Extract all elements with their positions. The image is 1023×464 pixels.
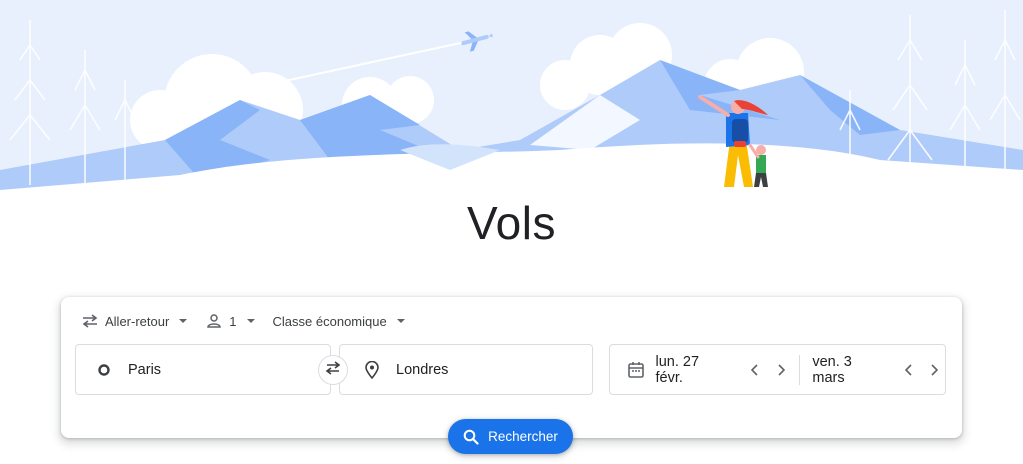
passengers-dropdown[interactable]: 1 [205,311,255,331]
return-prev-chevron-icon[interactable] [898,359,919,381]
destination-field[interactable]: Londres [339,344,593,395]
location-pin-icon [362,360,382,380]
destination-value: Londres [396,361,449,378]
search-options-bar: Aller-retour 1 Classe économique [81,311,423,331]
calendar-icon [626,360,645,380]
cabin-class-dropdown[interactable]: Classe économique [273,311,405,331]
search-button[interactable]: Rechercher [448,419,573,454]
trip-type-label: Aller-retour [105,313,170,329]
origin-field[interactable]: Paris [75,344,331,395]
swap-button[interactable] [318,355,348,385]
flight-search-card: Aller-retour 1 Classe économique Paris L… [61,297,962,454]
search-button-label: Rechercher [488,429,558,444]
mountain-landscape-illustration [0,0,1023,215]
trip-type-dropdown[interactable]: Aller-retour [81,311,188,331]
chevron-down-icon [396,319,405,323]
departure-next-chevron-icon[interactable] [770,359,791,381]
departure-prev-chevron-icon[interactable] [745,359,766,381]
cabin-class-label: Classe économique [272,313,387,329]
round-trip-icon [81,312,99,330]
departure-date[interactable]: lun. 27 févr. [655,354,728,386]
dates-divider [799,354,801,385]
origin-value: Paris [128,361,162,378]
hero-illustration [0,0,1023,215]
origin-circle-icon [94,360,114,380]
search-icon [463,429,479,445]
return-next-chevron-icon[interactable] [924,359,945,381]
passengers-count: 1 [229,313,237,329]
page-title: Vols [467,197,556,249]
person-icon [205,312,223,330]
chevron-down-icon [246,319,255,323]
swap-arrows-icon [324,360,342,380]
chevron-down-icon [179,319,188,323]
dates-field[interactable]: lun. 27 févr. ven. 3 mars [609,344,946,395]
return-date[interactable]: ven. 3 mars [812,354,886,386]
